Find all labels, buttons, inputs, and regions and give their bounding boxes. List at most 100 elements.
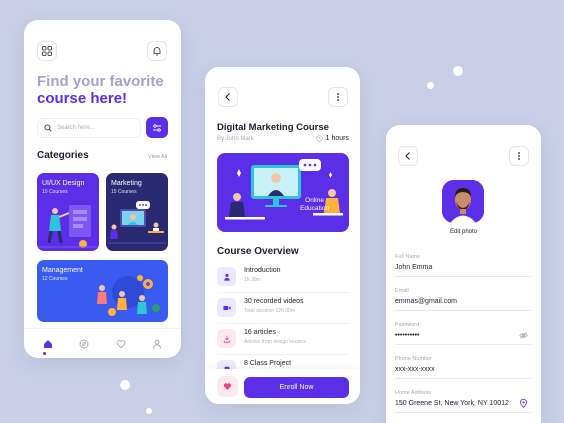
menu-grid-button[interactable] [37, 41, 57, 61]
home-address-field[interactable]: Home Address 150 Greene St, New York, NY… [395, 390, 532, 416]
bottom-nav [24, 328, 181, 358]
categories-title: Categories [37, 150, 89, 161]
field-value: •••••••••• [395, 332, 420, 339]
category-name: UI/UX Design [42, 180, 85, 187]
online-education-illustration [225, 159, 343, 220]
field-underline [395, 276, 532, 277]
chevron-left-icon [405, 152, 410, 160]
category-card-marketing[interactable]: Marketing 15 Courses [106, 173, 168, 251]
field-underline [395, 344, 532, 345]
download-icon [217, 329, 236, 348]
category-name: Management [42, 267, 83, 274]
overview-item-subtitle: Articles from design leaders [244, 339, 306, 345]
banner-line-1: Online [305, 197, 324, 204]
divider [217, 323, 349, 324]
favorite-button[interactable] [217, 376, 238, 397]
field-value: 150 Greene St, New York, NY 10012 [395, 400, 509, 407]
grid-icon [42, 46, 52, 56]
overview-item-subtitle: 1h 30m [244, 277, 261, 283]
overview-title: Course Overview [217, 246, 299, 257]
overview-item[interactable]: 16 articles Articles from design leaders [217, 326, 349, 352]
more-button[interactable] [509, 146, 529, 166]
notification-button[interactable] [147, 41, 167, 61]
field-label: Password [395, 322, 420, 328]
field-label: Full Name [395, 254, 421, 260]
profile-screen: Edit photo Full Name John Emma Email emm… [386, 125, 541, 423]
eye-off-icon[interactable] [519, 331, 528, 340]
more-button[interactable] [328, 87, 348, 107]
course-author: By John Mark [217, 136, 254, 142]
location-icon[interactable] [519, 399, 528, 408]
field-value: John Emma [395, 264, 433, 271]
category-count: 10 Courses [42, 189, 68, 195]
search-input[interactable]: Search here... [37, 118, 141, 138]
decor-dot [146, 408, 152, 414]
decor-dot [427, 82, 434, 89]
password-field[interactable]: Password •••••••••• [395, 322, 532, 348]
category-card-uiux[interactable]: UI/UX Design 10 Courses [37, 173, 99, 251]
course-duration: 1 hours [316, 135, 349, 142]
email-field[interactable]: Email emmas@gmail.com [395, 288, 532, 314]
avatar[interactable] [442, 180, 484, 223]
course-screen: Digital Marketing Course By John Mark 1 … [205, 67, 360, 404]
active-tab-indicator [43, 352, 46, 355]
heart-icon [223, 383, 232, 390]
course-title: Digital Marketing Course [217, 122, 329, 133]
user-icon [217, 267, 236, 286]
video-icon [217, 298, 236, 317]
field-label: Email [395, 288, 409, 294]
banner-caption: Online Education [300, 197, 329, 213]
filter-button[interactable] [146, 117, 168, 138]
design-illustration [39, 205, 97, 248]
divider [217, 292, 349, 293]
field-value: xxx-xxx-xxxx [395, 366, 435, 373]
back-button[interactable] [218, 87, 238, 107]
view-all-link[interactable]: View All [148, 154, 167, 160]
user-icon[interactable] [152, 339, 162, 349]
course-banner: Online Education [217, 153, 349, 232]
category-count: 15 Courses [111, 189, 137, 195]
overview-item[interactable]: Introduction 1h 30m [217, 264, 349, 290]
overview-item[interactable]: 30 recorded videos Total duration 12h 30… [217, 295, 349, 321]
overview-item-title: 30 recorded videos [244, 298, 304, 305]
edit-photo-link[interactable]: Edit photo [386, 229, 541, 235]
chevron-left-icon [225, 93, 230, 101]
category-card-management[interactable]: Management 12 Courses [37, 260, 168, 322]
field-label: Home Address [395, 390, 432, 396]
compass-icon[interactable] [79, 339, 89, 349]
field-underline [395, 310, 532, 311]
marketing-illustration [108, 201, 166, 244]
title-line-1: Find your favorite [37, 73, 164, 90]
home-screen: Find your favorite course here! Search h… [24, 20, 181, 358]
decor-dot [453, 66, 463, 76]
category-name: Marketing [111, 180, 142, 187]
field-value: emmas@gmail.com [395, 298, 457, 305]
overview-item-title: 16 articles [244, 329, 276, 336]
management-illustration [97, 275, 160, 316]
bell-icon [153, 47, 161, 56]
more-vertical-icon [337, 93, 339, 101]
phone-number-field[interactable]: Phone Number xxx-xxx-xxxx [395, 356, 532, 382]
heart-icon[interactable] [116, 339, 126, 349]
enroll-now-button[interactable]: Enroll Now [244, 377, 349, 398]
field-underline [395, 378, 532, 379]
divider [217, 354, 349, 355]
field-underline [395, 412, 532, 413]
more-vertical-icon [518, 152, 520, 160]
back-button[interactable] [398, 146, 418, 166]
decor-dot [120, 380, 130, 390]
overview-item-title: 8 Class Project [244, 360, 292, 367]
duration-text: 1 hours [325, 135, 349, 142]
category-count: 12 Courses [42, 276, 68, 282]
overview-item-subtitle: Total duration 12h 30m [244, 308, 295, 314]
field-label: Phone Number [395, 356, 432, 362]
overview-item-title: Introduction [244, 267, 281, 274]
full-name-field[interactable]: Full Name John Emma [395, 254, 532, 280]
filter-icon [153, 123, 161, 132]
home-icon[interactable] [43, 339, 53, 349]
banner-line-2: Education [300, 205, 329, 212]
search-placeholder: Search here... [57, 125, 95, 131]
profile-photo [442, 180, 484, 223]
page-title: Find your favorite course here! [37, 73, 164, 107]
enroll-bar: Enroll Now [205, 369, 360, 404]
